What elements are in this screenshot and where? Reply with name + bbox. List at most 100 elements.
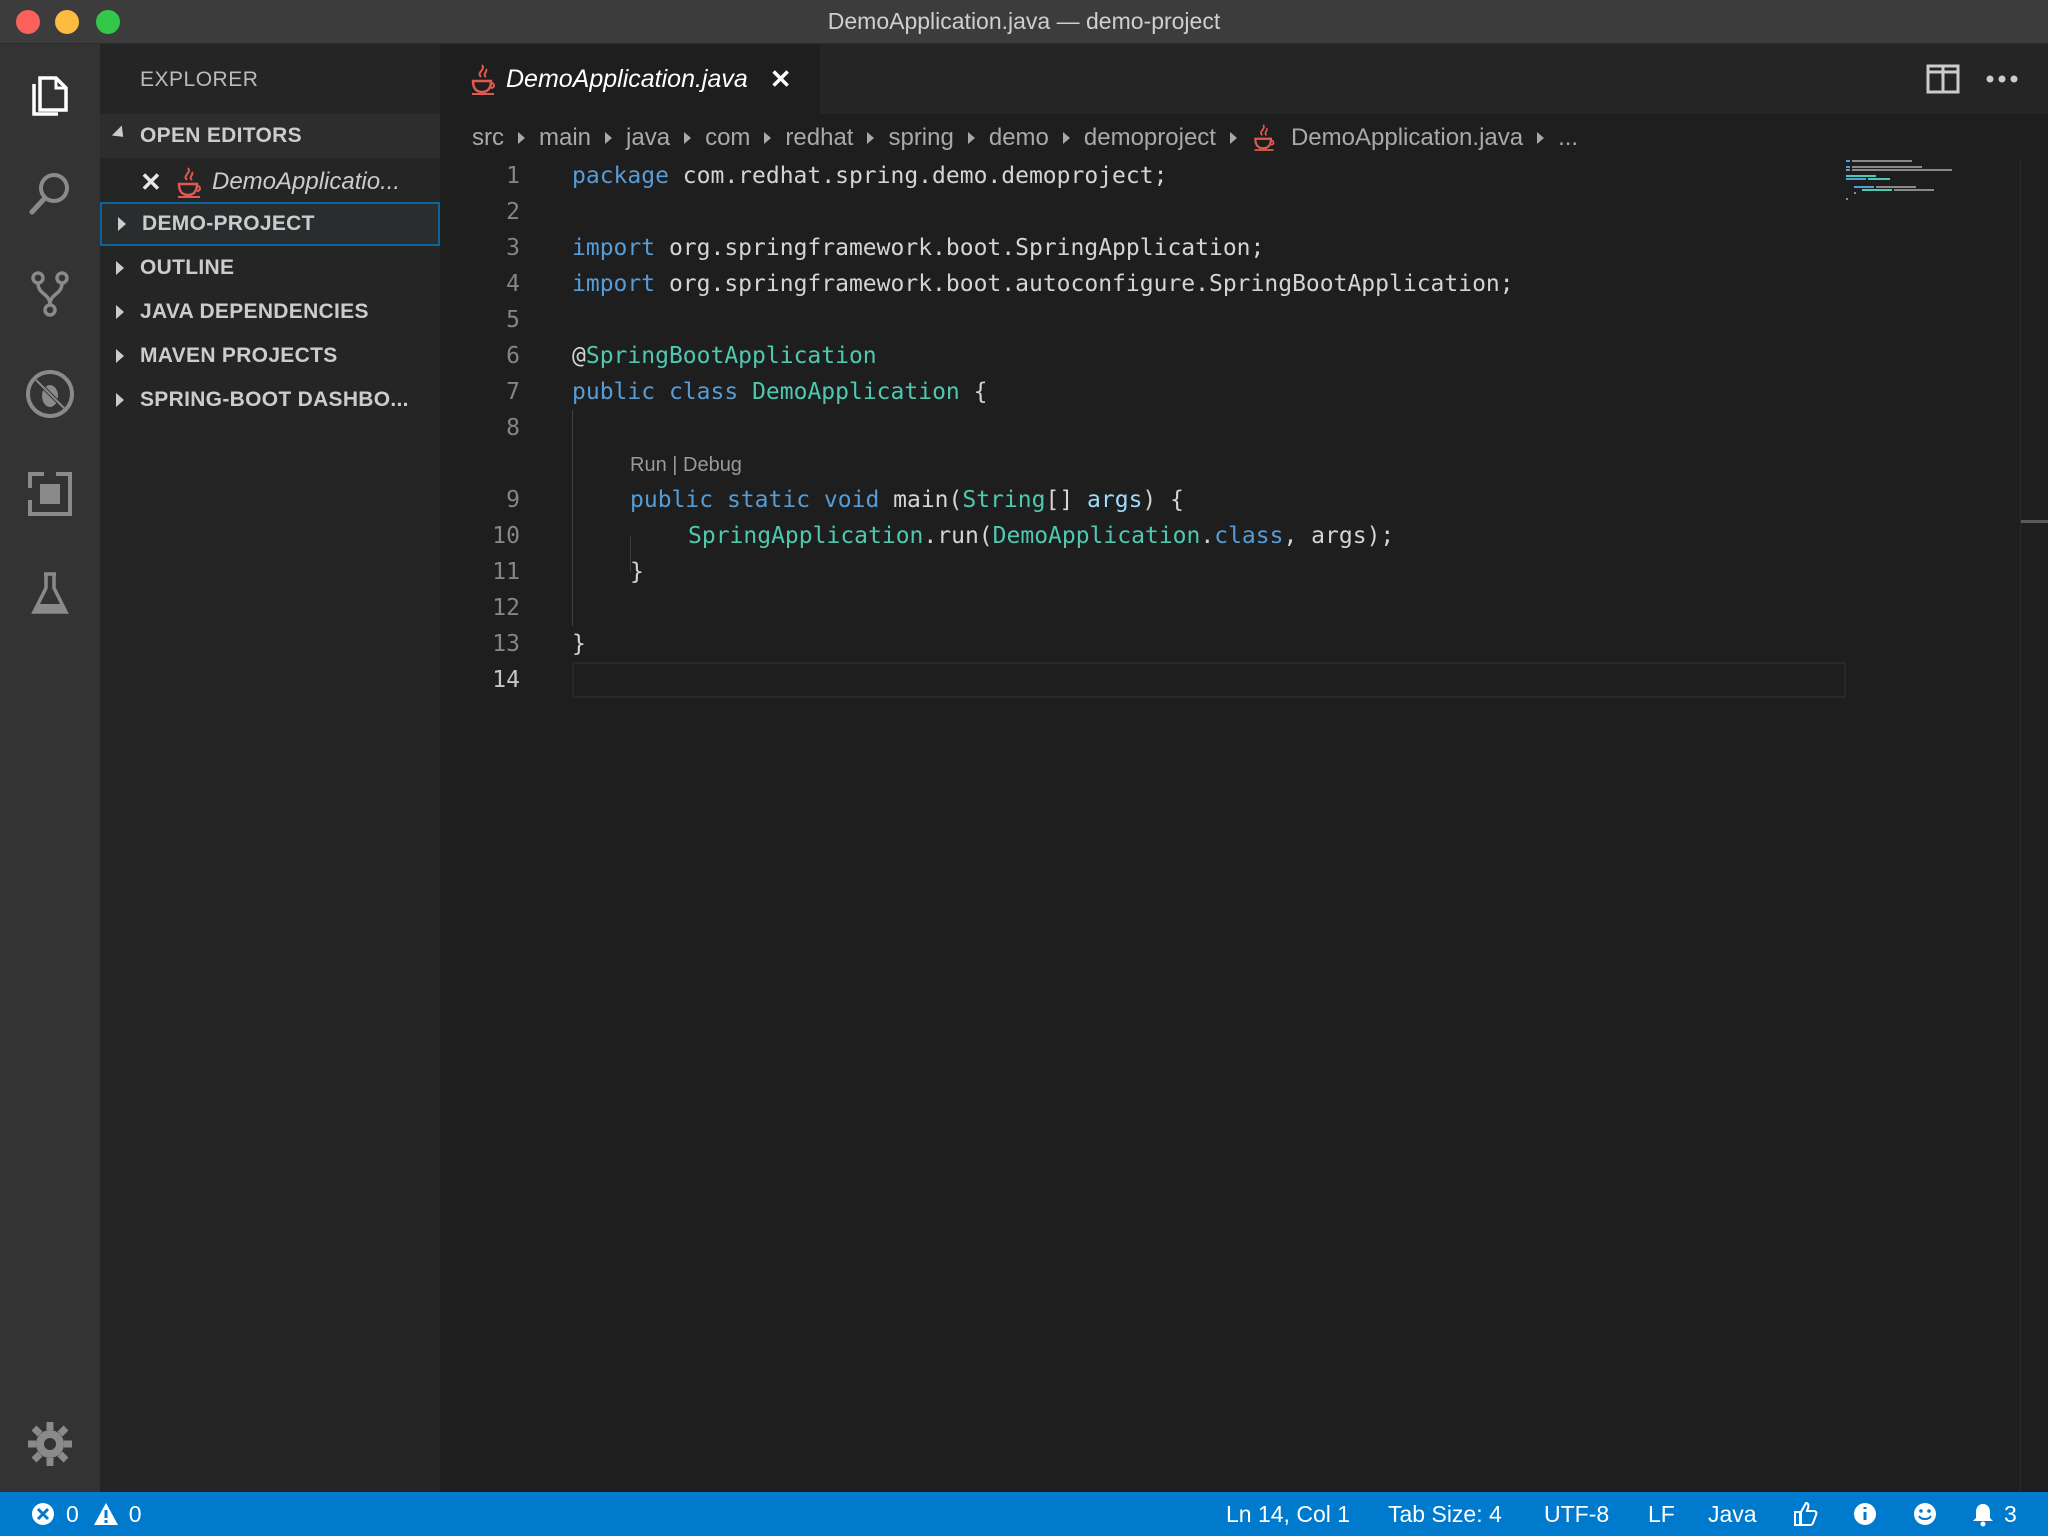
line-number: 6 xyxy=(506,343,520,369)
line-number: 1 xyxy=(506,163,520,189)
line-number: 2 xyxy=(506,199,520,225)
section-label: MAVEN PROJECTS xyxy=(140,344,338,367)
java-file-icon xyxy=(174,166,204,198)
section-java-dependencies[interactable]: JAVA DEPENDENCIES xyxy=(100,290,440,334)
chevron-right-icon xyxy=(100,305,140,319)
codelens-run-debug[interactable]: Run | Debug xyxy=(630,454,742,477)
breadcrumb-item[interactable]: java xyxy=(626,124,670,152)
vertical-scrollbar[interactable] xyxy=(2020,158,2048,1492)
code-line: 9 public static void main(String[] args)… xyxy=(440,482,1184,518)
chevron-right-icon xyxy=(605,132,613,144)
code-line: 4 import org.springframework.boot.autoco… xyxy=(440,266,1513,302)
error-icon xyxy=(32,1503,54,1525)
window-title: DemoApplication.java — demo-project xyxy=(827,8,1221,34)
thumbs-up-icon[interactable] xyxy=(1792,1492,1818,1536)
tab-demoapplication[interactable]: DemoApplication.java ✕ xyxy=(440,44,820,114)
open-editor-item[interactable]: ✕ DemoApplicatio... xyxy=(100,160,440,204)
extensions-icon[interactable] xyxy=(20,464,80,524)
keyword: public xyxy=(572,379,656,405)
current-line-highlight xyxy=(572,662,1846,698)
encoding[interactable]: UTF-8 xyxy=(1544,1492,1609,1536)
section-open-editors[interactable]: OPEN EDITORS xyxy=(100,114,440,158)
code-text: .run( xyxy=(923,523,993,549)
tab-size[interactable]: Tab Size: 4 xyxy=(1388,1492,1502,1536)
error-count: 0 xyxy=(66,1500,79,1527)
cursor-position[interactable]: Ln 14, Col 1 xyxy=(1226,1492,1350,1536)
breadcrumb-item[interactable]: DemoApplication.java xyxy=(1291,124,1523,152)
keyword: class xyxy=(668,379,739,405)
status-bar: 0 0 Ln 14, Col 1 Tab Size: 4 UTF-8 LF Ja… xyxy=(0,1492,2048,1536)
line-number: 11 xyxy=(492,559,520,585)
scrollbar-cursor-marker xyxy=(2021,520,2048,523)
type-name: DemoApplication xyxy=(992,523,1201,549)
end-of-line[interactable]: LF xyxy=(1648,1492,1675,1536)
gear-icon[interactable] xyxy=(20,1414,80,1474)
section-demo-project[interactable]: DEMO-PROJECT xyxy=(100,202,440,246)
code-line: 12 xyxy=(440,590,520,626)
breadcrumb-item[interactable]: src xyxy=(472,124,504,152)
breadcrumb: src main java com redhat spring demo dem… xyxy=(472,118,1578,158)
title-bar: DemoApplication.java — demo-project xyxy=(0,0,2048,44)
section-label: OUTLINE xyxy=(140,256,235,279)
breadcrumb-item[interactable]: spring xyxy=(888,124,953,152)
breadcrumb-item[interactable]: main xyxy=(539,124,591,152)
keyword: import xyxy=(572,235,656,261)
explorer-sidebar: EXPLORER OPEN EDITORS ✕ DemoApplicatio..… xyxy=(100,44,440,1492)
section-label: JAVA DEPENDENCIES xyxy=(140,300,369,323)
test-icon[interactable] xyxy=(20,564,80,624)
breadcrumb-item[interactable]: com xyxy=(705,124,750,152)
problems-indicator[interactable]: 0 0 xyxy=(30,1492,142,1536)
section-maven-projects[interactable]: MAVEN PROJECTS xyxy=(100,334,440,378)
code-text: ) { xyxy=(1142,487,1184,513)
language-mode[interactable]: Java xyxy=(1708,1492,1757,1536)
close-icon[interactable]: ✕ xyxy=(140,167,174,198)
java-file-icon xyxy=(1251,122,1281,154)
indent-guide xyxy=(572,410,573,626)
split-editor-icon[interactable] xyxy=(1926,64,1960,94)
notification-count: 3 xyxy=(2004,1500,2017,1527)
keyword: class xyxy=(1214,523,1284,549)
java-file-icon xyxy=(468,63,498,95)
code-line: 2 xyxy=(440,194,520,230)
source-control-icon[interactable] xyxy=(20,264,80,324)
code-text: main( xyxy=(879,487,963,513)
line-number: 9 xyxy=(506,487,520,513)
code-text: com.redhat.spring.demo.demoproject; xyxy=(668,163,1168,189)
breadcrumb-item[interactable]: redhat xyxy=(785,124,853,152)
more-actions-icon[interactable] xyxy=(1982,64,2022,94)
breadcrumb-item[interactable]: demoproject xyxy=(1084,124,1216,152)
chevron-right-icon xyxy=(1537,132,1545,144)
notifications[interactable]: 3 xyxy=(1970,1492,2017,1536)
editor-tab-bar: DemoApplication.java ✕ xyxy=(440,44,2048,114)
annotation: SpringBootApplication xyxy=(585,343,877,369)
code-text: @ xyxy=(572,343,586,369)
chevron-right-icon xyxy=(1229,132,1237,144)
activity-bar xyxy=(0,44,100,1492)
info-icon[interactable] xyxy=(1852,1492,1878,1536)
close-icon[interactable]: ✕ xyxy=(770,64,792,95)
section-label: SPRING-BOOT DASHBO... xyxy=(140,388,409,411)
chevron-right-icon xyxy=(967,132,975,144)
code-text: } xyxy=(572,631,586,657)
files-icon[interactable] xyxy=(20,66,80,126)
type-name: SpringApplication xyxy=(688,523,924,549)
chevron-right-icon xyxy=(1062,132,1070,144)
code-line: 13 } xyxy=(440,626,586,662)
line-number: 10 xyxy=(492,523,520,549)
minimap[interactable] xyxy=(1844,158,2014,238)
code-text: org.springframework.boot.autoconfigure.S… xyxy=(655,271,1514,297)
debug-icon[interactable] xyxy=(20,364,80,424)
breadcrumb-item[interactable]: ... xyxy=(1558,124,1578,152)
variable: args xyxy=(1087,487,1143,513)
chevron-right-icon xyxy=(684,132,692,144)
code-line: 10 SpringApplication.run(DemoApplication… xyxy=(440,518,1394,554)
chevron-right-icon xyxy=(100,261,140,275)
code-line: 3 import org.springframework.boot.Spring… xyxy=(440,230,1264,266)
section-outline[interactable]: OUTLINE xyxy=(100,246,440,290)
search-icon[interactable] xyxy=(20,164,80,224)
code-text: . xyxy=(1200,523,1215,549)
breadcrumb-item[interactable]: demo xyxy=(989,124,1049,152)
feedback-smiley-icon[interactable] xyxy=(1912,1492,1938,1536)
section-spring-boot-dashboard[interactable]: SPRING-BOOT DASHBO... xyxy=(100,378,440,422)
open-editor-filename: DemoApplicatio... xyxy=(212,168,401,195)
